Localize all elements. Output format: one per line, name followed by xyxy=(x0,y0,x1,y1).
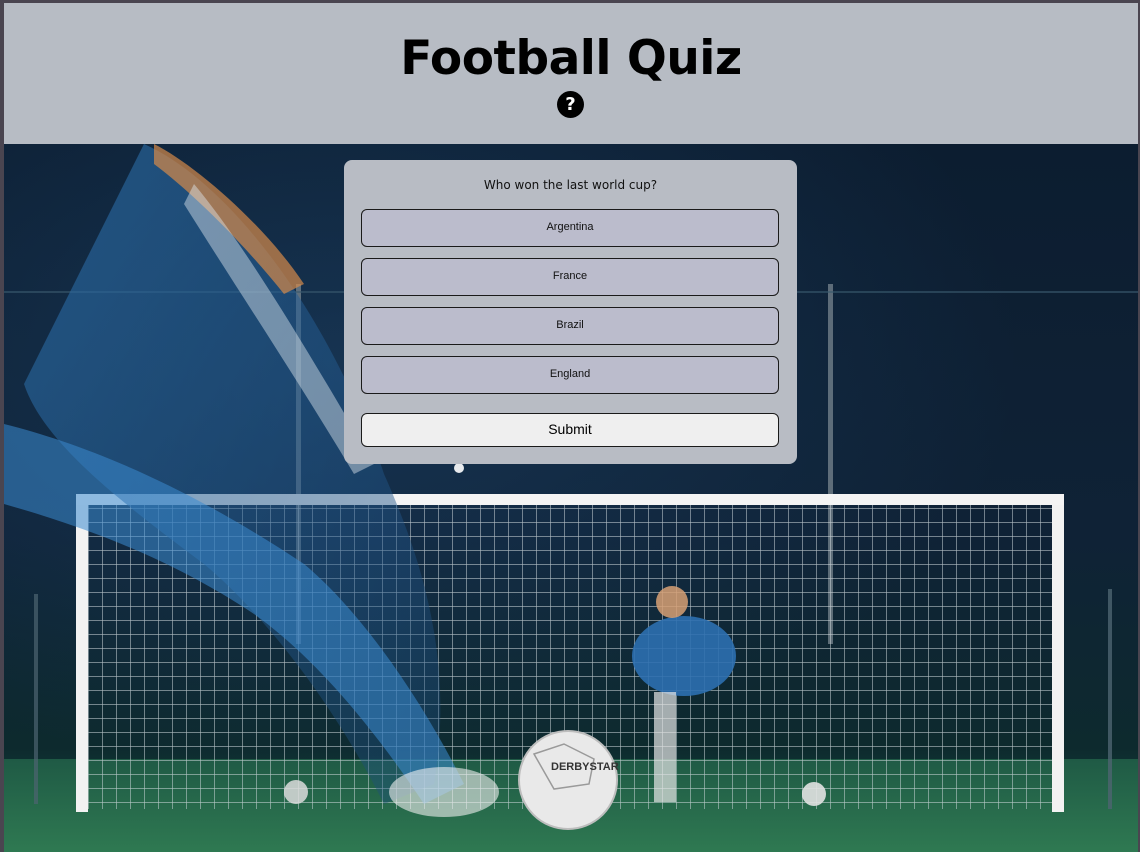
answer-button-france[interactable]: France xyxy=(361,258,779,296)
page-frame: Football Quiz ? DERBYSTAR Who won the la… xyxy=(0,0,1140,852)
goal-post-left xyxy=(76,494,88,812)
answer-button-brazil[interactable]: Brazil xyxy=(361,307,779,345)
goalkeeper xyxy=(632,616,736,696)
answer-button-england[interactable]: England xyxy=(361,356,779,394)
ball-brand-text: DERBYSTAR xyxy=(551,761,619,773)
help-icon[interactable]: ? xyxy=(557,91,584,118)
goal-post-right xyxy=(1052,494,1064,812)
boot xyxy=(389,767,499,817)
page-header: Football Quiz ? xyxy=(4,3,1138,144)
answer-button-argentina[interactable]: Argentina xyxy=(361,209,779,247)
submit-button[interactable]: Submit xyxy=(361,413,779,447)
question-text: Who won the last world cup? xyxy=(483,178,658,192)
quiz-card: Who won the last world cup? Argentina Fr… xyxy=(344,160,797,464)
page-title: Football Quiz xyxy=(400,31,742,86)
